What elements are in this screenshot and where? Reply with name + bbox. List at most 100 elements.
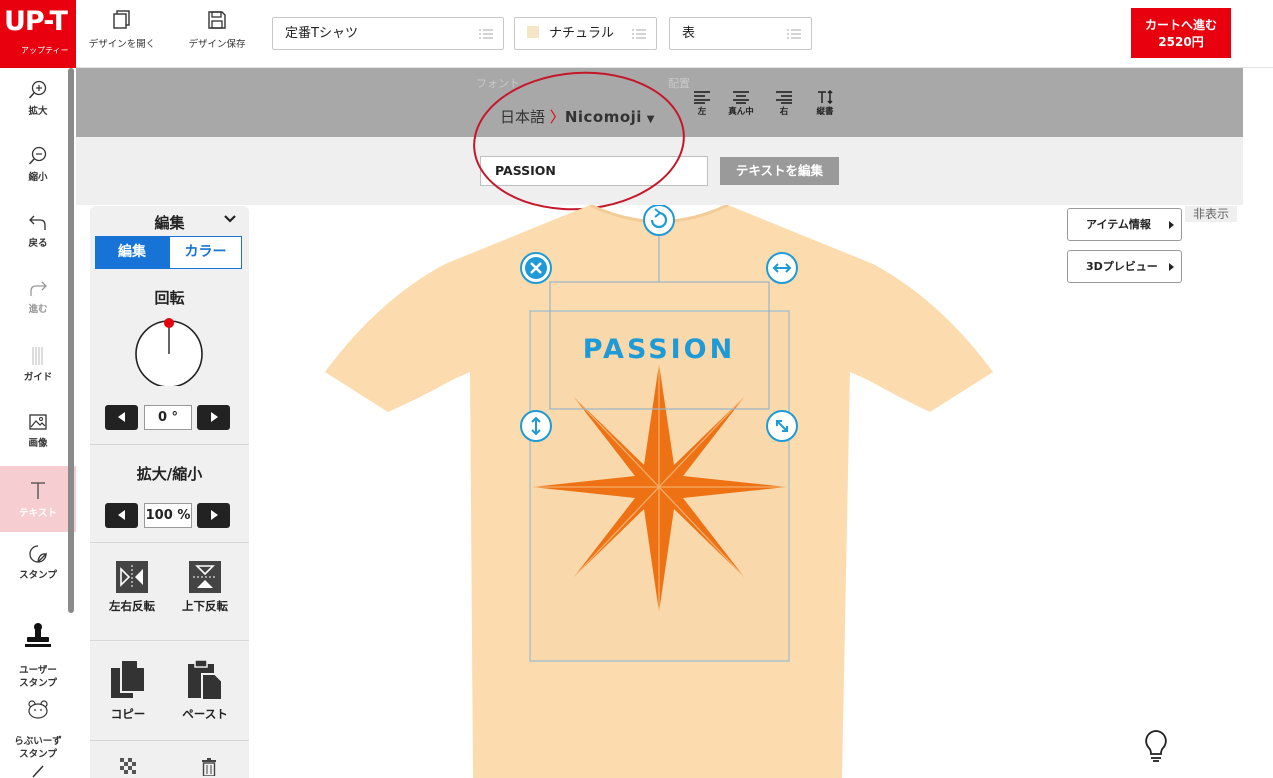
design-canvas[interactable]: PASSION: [300, 205, 1020, 778]
open-design-label: デザインを開く: [88, 39, 156, 50]
divider: [90, 444, 249, 445]
list-icon: [787, 29, 801, 39]
paste-button[interactable]: ペースト: [175, 658, 235, 722]
item-info-label: アイテム情報: [1086, 218, 1151, 231]
triangle-left-icon: [117, 510, 125, 520]
logo[interactable]: UP-T アップティー: [0, 0, 76, 68]
align-left-label: 左: [697, 107, 707, 117]
save-icon: [208, 11, 226, 29]
align-left-button[interactable]: 左: [688, 90, 716, 117]
open-design-icon: [113, 10, 130, 29]
product-select[interactable]: 定番Tシャツ: [272, 17, 504, 50]
copy-icon: [111, 659, 146, 698]
rotation-dial[interactable]: [134, 316, 204, 386]
zoom-out-icon: [28, 146, 47, 165]
align-right-button[interactable]: 右: [770, 90, 798, 117]
stamp-icon: [29, 545, 47, 563]
stretch-horizontal-handle[interactable]: [766, 252, 798, 284]
vertical-text-icon: [818, 90, 833, 104]
list-icon: [479, 29, 493, 39]
rubber-stamp-icon: [25, 623, 51, 647]
lightbulb-icon[interactable]: [1142, 728, 1170, 764]
align-center-icon: [733, 91, 749, 104]
align-left-icon: [694, 91, 710, 104]
delete-handle[interactable]: [520, 252, 552, 284]
redo-button[interactable]: 進む: [0, 278, 76, 315]
flip-horizontal-button[interactable]: 左右反転: [102, 560, 162, 614]
scale-value: 100: [145, 508, 173, 523]
color-select[interactable]: ナチュラル: [514, 17, 657, 50]
rotate-decrease-button[interactable]: [105, 405, 138, 430]
flip-horizontal-icon: [116, 561, 148, 593]
cart-price: 2520円: [1158, 35, 1204, 49]
edit-text-button[interactable]: テキストを編集: [720, 157, 839, 185]
bear-face-icon: [28, 700, 48, 719]
vertical-text-button[interactable]: 縦書: [811, 90, 839, 117]
preview-3d-button[interactable]: 3Dプレビュー: [1067, 250, 1182, 283]
list-icon: [632, 29, 646, 39]
scale-increase-button[interactable]: [197, 503, 230, 528]
preview-3d-label: 3Dプレビュー: [1086, 260, 1158, 273]
loveez-stamp-button[interactable]: らぶいーず スタンプ: [0, 686, 76, 761]
text-tool-button[interactable]: テキスト: [0, 466, 76, 532]
save-design-button[interactable]: デザイン保存: [177, 10, 257, 50]
image-button[interactable]: 画像: [0, 412, 76, 449]
zoom-out-button[interactable]: 縮小: [0, 146, 76, 183]
undo-button[interactable]: 戻る: [0, 212, 76, 249]
copy-label: コピー: [110, 707, 146, 721]
color-swatch: [527, 26, 539, 38]
redo-icon: [30, 281, 47, 296]
item-info-button[interactable]: アイテム情報: [1067, 208, 1182, 241]
rotate-unit: °: [171, 410, 179, 425]
sidebar-item-label: 画像: [28, 438, 48, 449]
triangle-right-icon: [1169, 263, 1174, 271]
undo-icon: [29, 215, 46, 230]
logo-subtext: アップティー: [21, 46, 69, 55]
triangle-right-icon: [210, 412, 218, 422]
draw-button[interactable]: [0, 764, 76, 778]
sidebar-item-label: 進む: [28, 304, 48, 315]
guide-button[interactable]: ガイド: [0, 346, 76, 383]
copy-button[interactable]: コピー: [98, 658, 158, 722]
design-text: PASSION: [583, 334, 735, 365]
scale-value-field[interactable]: 100 %: [144, 503, 192, 528]
flip-vertical-button[interactable]: 上下反転: [175, 560, 235, 614]
rotate-handle[interactable]: [643, 205, 675, 236]
stretch-vertical-handle[interactable]: [520, 410, 552, 442]
scale-decrease-button[interactable]: [105, 503, 138, 528]
rotate-value-field[interactable]: 0 °: [144, 405, 192, 430]
zoom-in-button[interactable]: 拡大: [0, 80, 76, 117]
editor-root: UP-T アップティー デザインを開く デザイン保存 定番Tシャツ ナチュラル …: [0, 0, 1273, 778]
tab-edit[interactable]: 編集: [95, 236, 169, 269]
side-select-value: 表: [682, 26, 696, 41]
align-right-icon: [776, 91, 792, 104]
resize-handle[interactable]: [766, 410, 798, 442]
scale-unit: %: [177, 508, 191, 523]
open-design-button[interactable]: デザインを開く: [82, 10, 162, 50]
vertical-text-label: 縦書: [816, 107, 834, 117]
sidebar-item-label: 戻る: [28, 238, 48, 249]
align-center-button[interactable]: 真ん中: [727, 90, 755, 117]
tab-color[interactable]: カラー: [169, 236, 242, 269]
rotate-increase-button[interactable]: [197, 405, 230, 430]
cart-button[interactable]: カートへ進む 2520円: [1131, 8, 1231, 58]
sidebar-scrollbar[interactable]: [68, 68, 74, 613]
align-center-label: 真ん中: [728, 107, 754, 117]
chevron-down-icon[interactable]: [224, 214, 236, 224]
transparency-icon[interactable]: [120, 758, 138, 776]
side-select[interactable]: 表: [669, 17, 812, 50]
stamp-button[interactable]: スタンプ: [0, 544, 76, 581]
divider: [90, 542, 249, 543]
trash-icon[interactable]: [200, 758, 218, 776]
rotate-value: 0: [157, 410, 167, 425]
product-select-value: 定番Tシャツ: [285, 26, 358, 41]
sidebar-item-label: 拡大: [28, 106, 48, 117]
user-stamp-button[interactable]: ユーザー スタンプ: [0, 609, 76, 690]
color-select-value: ナチュラル: [549, 26, 615, 41]
logo-text: UP-T: [4, 6, 68, 37]
hide-toggle[interactable]: 非表示: [1185, 206, 1237, 222]
top-bar: UP-T アップティー デザインを開く デザイン保存 定番Tシャツ ナチュラル …: [0, 0, 1273, 68]
align-section-label: 配置: [668, 77, 690, 90]
sidebar-item-label: ガイド: [23, 372, 53, 383]
flip-horizontal-label: 左右反転: [109, 599, 155, 613]
